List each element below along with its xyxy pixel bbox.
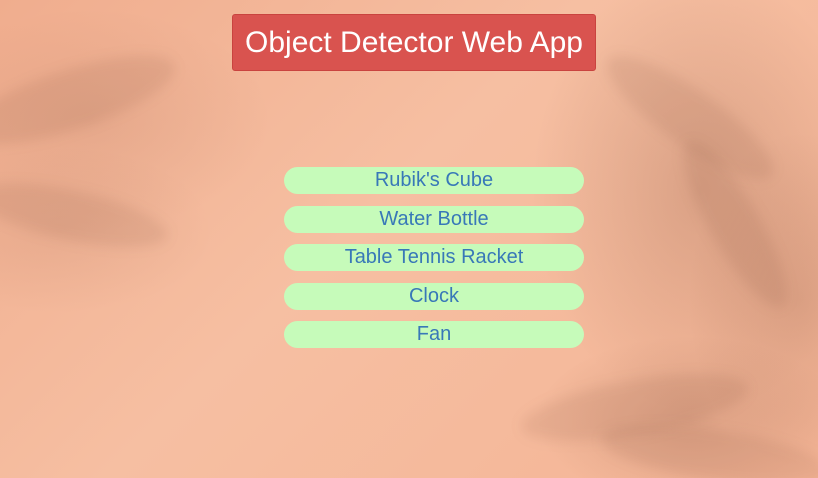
app-title-button[interactable]: Object Detector Web App bbox=[232, 14, 596, 71]
object-item-water-bottle[interactable]: Water Bottle bbox=[284, 205, 584, 233]
leaf-shadow bbox=[0, 37, 184, 163]
leaf-shadow bbox=[0, 169, 174, 261]
object-item-rubiks-cube[interactable]: Rubik's Cube bbox=[284, 167, 584, 194]
object-item-clock[interactable]: Clock bbox=[284, 282, 584, 310]
object-list: Rubik's Cube Water Bottle Table Tennis R… bbox=[284, 167, 584, 360]
object-item-table-tennis-racket[interactable]: Table Tennis Racket bbox=[284, 244, 584, 271]
object-item-fan[interactable]: Fan bbox=[284, 321, 584, 348]
